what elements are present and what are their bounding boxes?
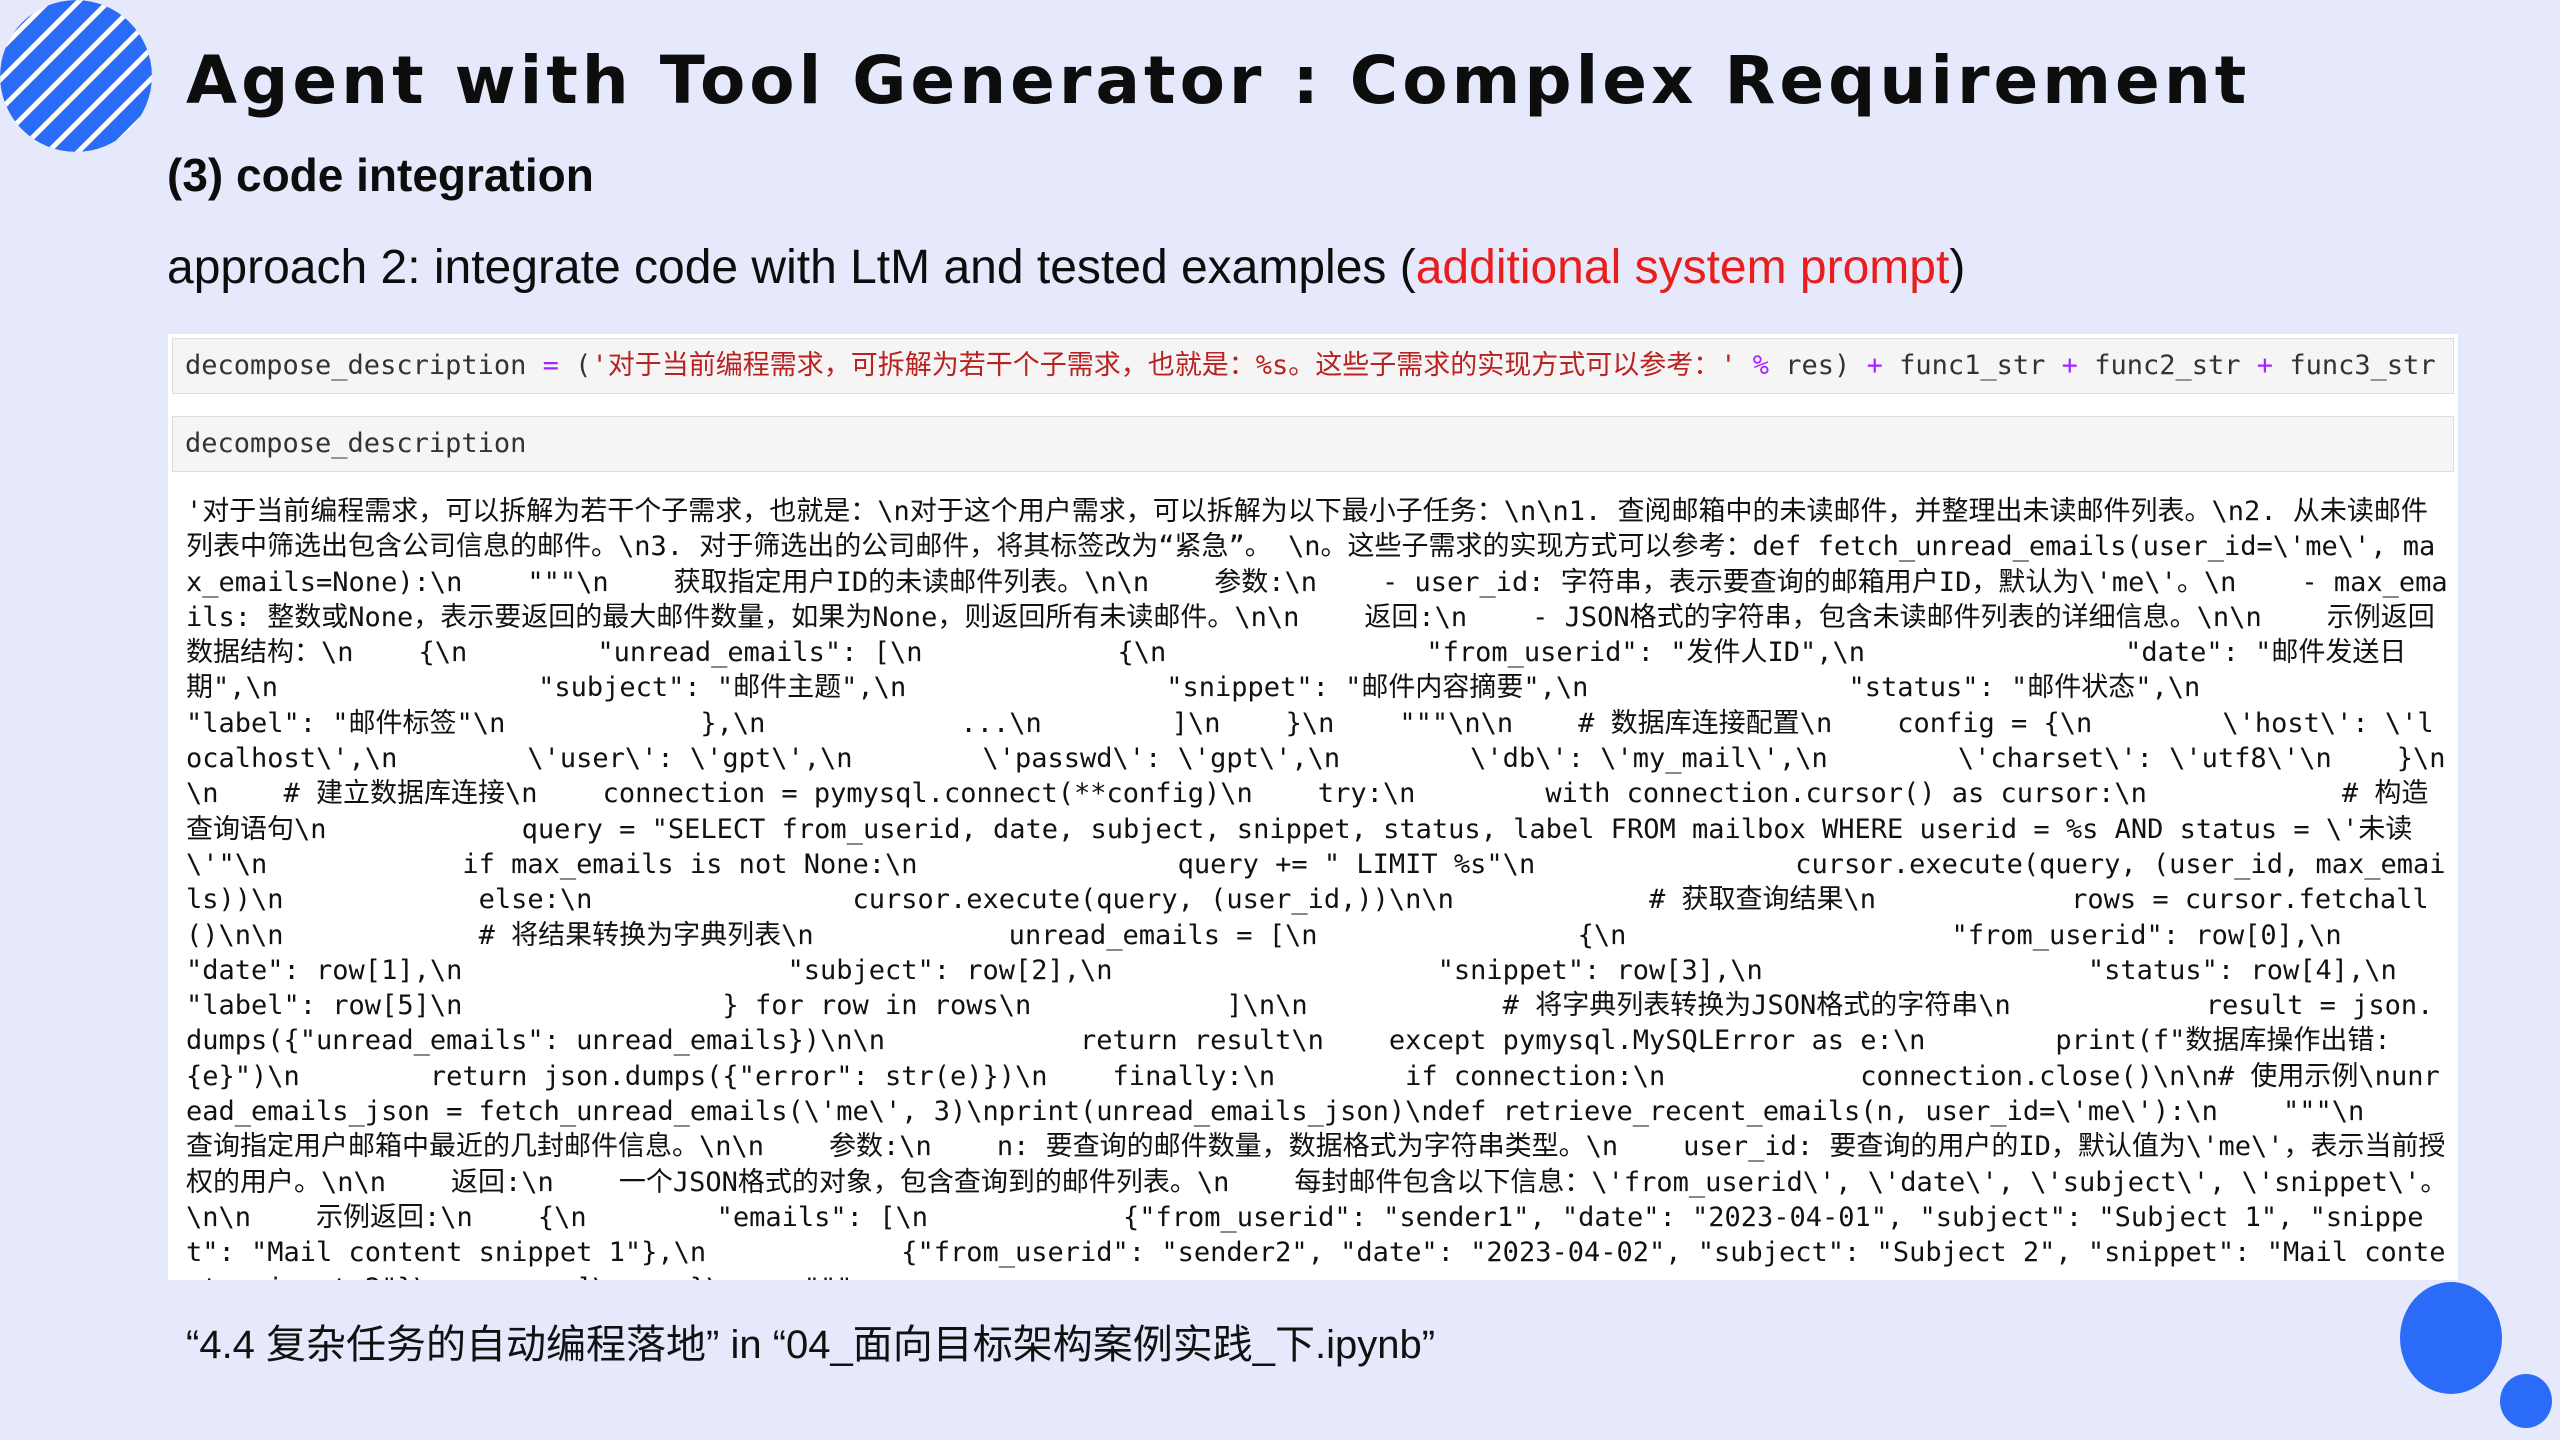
code-plus-1: + (1866, 350, 1883, 381)
code-string-literal: '对于当前编程需求，可拆解为若干个子需求，也就是：%s。这些子需求的实现方式可以… (591, 350, 1737, 381)
cell-output-text: '对于当前编程需求，可以拆解为若干个子需求，也就是：\n对于这个用户需求，可以拆… (186, 496, 2448, 1280)
code-func2: func2_str (2094, 350, 2241, 381)
approach-prefix: approach 2: integrate code with LtM and … (167, 241, 1416, 294)
code-res: res) (1785, 350, 1851, 381)
code-equals: = (542, 350, 559, 381)
approach-text: approach 2: integrate code with LtM and … (167, 240, 1965, 295)
code-func1: func1_str (1899, 350, 2046, 381)
section-subtitle: (3) code integration (167, 149, 594, 201)
code-percent: % (1752, 350, 1769, 381)
code-plus-3: + (2256, 350, 2274, 381)
approach-suffix: ) (1949, 241, 1966, 294)
code-cell-decompose-assignment: decompose_description = ('对于当前编程需求，可拆解为若… (172, 338, 2454, 394)
code-var: decompose_description (185, 350, 527, 381)
decorative-large-dot-icon (2400, 1282, 2502, 1394)
decorative-small-dot-icon (2500, 1374, 2552, 1428)
slide-title: Agent with Tool Generator : Complex Requ… (186, 42, 2251, 119)
source-caption: “4.4 复杂任务的自动编程落地” in “04_面向目标架构案例实践_下.ip… (186, 1323, 1436, 1367)
notebook-screenshot: decompose_description = ('对于当前编程需求，可拆解为若… (168, 334, 2458, 1280)
code-open-paren: ( (575, 350, 592, 381)
code-plus-2: + (2061, 350, 2078, 381)
code-func3: func3_str (2289, 350, 2436, 381)
code-cell-decompose-display: decompose_description (172, 416, 2454, 472)
approach-highlight: additional system prompt (1415, 241, 1950, 294)
logo-striped-circle-icon (0, 0, 152, 152)
